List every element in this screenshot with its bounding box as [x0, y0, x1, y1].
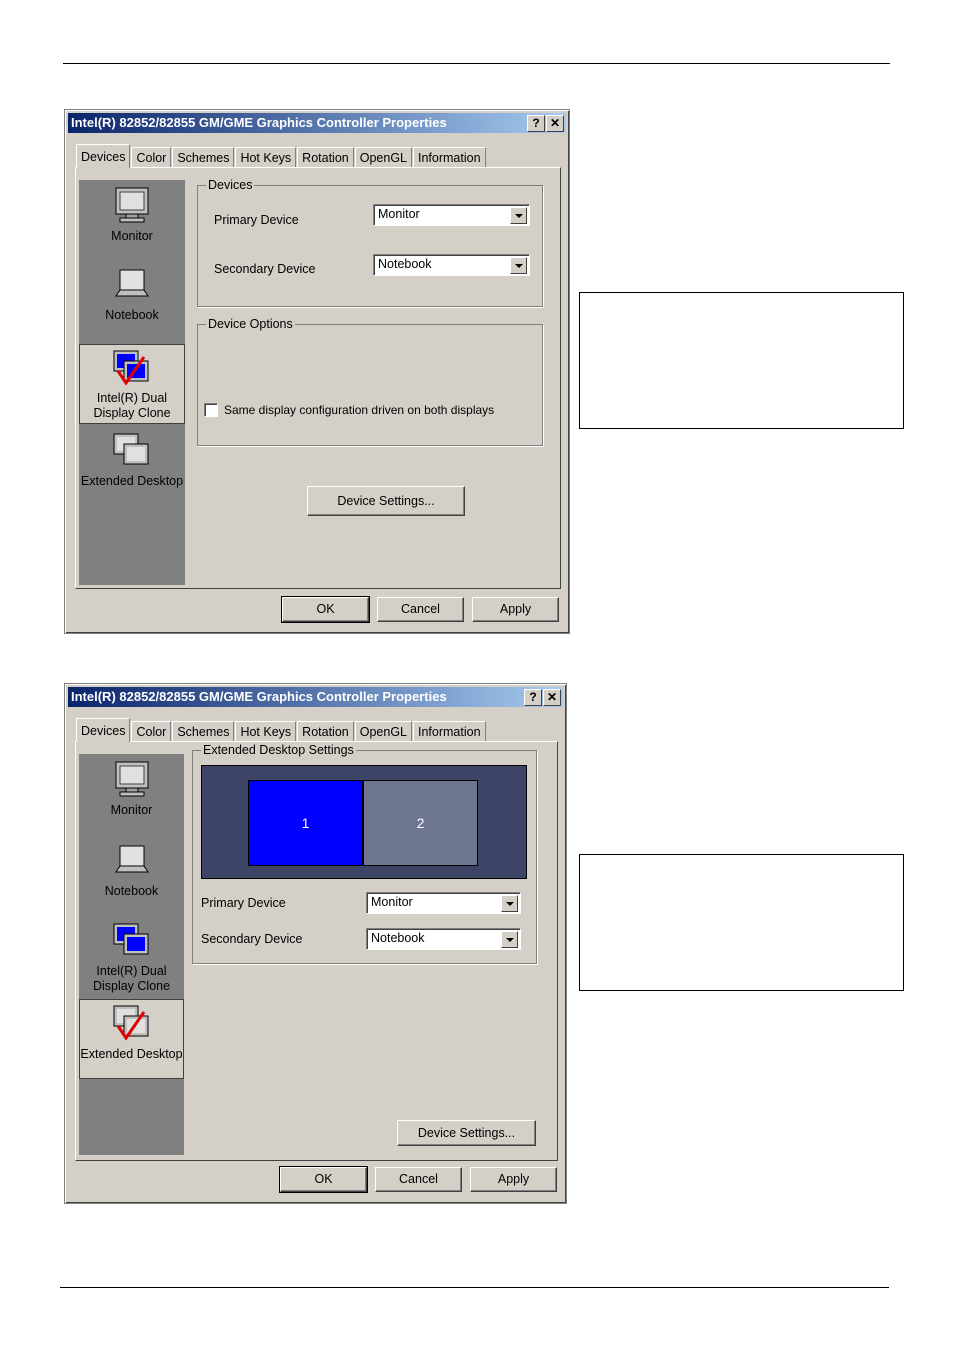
dual-display-clone-label-1: Intel(R) Dual	[96, 391, 168, 405]
chevron-down-icon[interactable]	[510, 207, 527, 224]
devices-group-label: Devices	[206, 178, 255, 192]
chevron-down-icon[interactable]	[501, 931, 518, 948]
device-notebook-label: Notebook	[104, 884, 159, 898]
extended-desktop-icon	[113, 1005, 148, 1041]
monitor-icon	[115, 187, 149, 223]
chevron-down-icon[interactable]	[510, 257, 527, 274]
primary-device-label: Primary Device	[201, 896, 286, 910]
properties-dialog-clone: Intel(R) 82852/82855 GM/GME Graphics Con…	[64, 109, 570, 634]
notebook-icon	[114, 845, 149, 873]
device-extended-desktop[interactable]: Extended Desktop	[79, 430, 185, 492]
primary-device-value: Monitor	[378, 207, 420, 221]
extended-desktop-settings-group: Extended Desktop Settings 1 2 Primary De…	[192, 743, 537, 964]
tab-rotation[interactable]: Rotation	[297, 147, 354, 168]
tab-information[interactable]: Information	[413, 721, 486, 742]
device-dual-display-clone[interactable]: Intel(R) Dual Display Clone	[79, 918, 184, 996]
tab-color[interactable]: Color	[131, 147, 172, 168]
device-options-group: Device Options Same display configuratio…	[197, 317, 543, 446]
primary-device-select[interactable]: Monitor	[366, 892, 521, 914]
tab-rotation[interactable]: Rotation	[297, 721, 354, 742]
tab-opengl[interactable]: OpenGL	[354, 721, 412, 742]
dual-display-clone-icon	[113, 923, 148, 955]
dialog-title: Intel(R) 82852/82855 GM/GME Graphics Con…	[68, 113, 566, 133]
apply-button[interactable]: Apply	[472, 597, 559, 622]
devices-group: Devices Primary Device Monitor Secondary…	[197, 178, 543, 307]
screen-1[interactable]: 1	[248, 780, 363, 866]
close-button[interactable]: ✕	[546, 115, 564, 132]
secondary-device-select[interactable]: Notebook	[366, 928, 521, 950]
tab-schemes[interactable]: Schemes	[172, 147, 235, 168]
help-button[interactable]: ?	[524, 689, 542, 706]
device-settings-button[interactable]: Device Settings...	[397, 1120, 536, 1146]
properties-dialog-extended: Intel(R) 82852/82855 GM/GME Graphics Con…	[64, 683, 567, 1204]
cancel-button[interactable]: Cancel	[375, 1167, 462, 1192]
help-button[interactable]: ?	[527, 115, 545, 132]
dialog-title: Intel(R) 82852/82855 GM/GME Graphics Con…	[68, 687, 563, 707]
tab-schemes[interactable]: Schemes	[172, 721, 235, 742]
tab-hot-keys[interactable]: Hot Keys	[235, 147, 297, 168]
device-notebook[interactable]: Notebook	[79, 840, 184, 902]
callout-box-1	[579, 292, 904, 429]
apply-button[interactable]: Apply	[470, 1167, 557, 1192]
ok-button[interactable]: OK	[279, 1166, 368, 1193]
secondary-device-select[interactable]: Notebook	[373, 254, 530, 276]
device-list: Monitor Notebook Intel(R) Dual Display C…	[79, 754, 184, 1155]
top-rule	[63, 63, 890, 64]
secondary-device-label: Secondary Device	[201, 932, 303, 946]
secondary-device-value: Notebook	[371, 931, 425, 945]
same-config-checkbox[interactable]	[204, 403, 218, 417]
primary-device-select[interactable]: Monitor	[373, 204, 530, 226]
callout-box-2	[579, 854, 904, 991]
device-options-label: Device Options	[206, 317, 295, 331]
extended-desktop-label: Extended Desktop	[80, 474, 184, 488]
secondary-device-value: Notebook	[378, 257, 432, 271]
same-config-label: Same display configuration driven on bot…	[224, 403, 495, 417]
extended-desktop-label: Extended Desktop	[80, 1047, 183, 1061]
tab-devices[interactable]: Devices	[76, 144, 131, 168]
cancel-button[interactable]: Cancel	[377, 597, 464, 622]
device-settings-button[interactable]: Device Settings...	[307, 486, 465, 516]
tab-devices[interactable]: Devices	[76, 718, 131, 742]
secondary-device-label: Secondary Device	[214, 262, 316, 276]
screen-1-label: 1	[301, 815, 310, 831]
primary-device-value: Monitor	[371, 895, 413, 909]
device-dual-display-clone[interactable]: Intel(R) Dual Display Clone	[79, 344, 185, 424]
tab-information[interactable]: Information	[413, 147, 486, 168]
screen-2-label: 2	[416, 815, 425, 831]
device-monitor-label: Monitor	[110, 803, 153, 817]
dual-display-clone-label-1: Intel(R) Dual	[96, 964, 167, 978]
monitor-icon	[115, 761, 148, 797]
extended-desktop-icon	[113, 433, 149, 465]
device-monitor[interactable]: Monitor	[79, 184, 185, 246]
dual-display-clone-icon	[113, 350, 149, 386]
device-notebook-label: Notebook	[105, 308, 159, 322]
tab-color[interactable]: Color	[131, 721, 172, 742]
device-extended-desktop[interactable]: Extended Desktop	[79, 999, 184, 1079]
close-button[interactable]: ✕	[543, 689, 561, 706]
device-monitor[interactable]: Monitor	[79, 758, 184, 820]
tab-hot-keys[interactable]: Hot Keys	[235, 721, 297, 742]
bottom-rule	[60, 1287, 889, 1288]
device-monitor-label: Monitor	[111, 229, 153, 243]
dual-display-clone-label-2: Display Clone	[92, 979, 171, 993]
primary-device-label: Primary Device	[214, 213, 299, 227]
dual-display-clone-label-2: Display Clone	[93, 406, 171, 420]
screen-2[interactable]: 2	[363, 780, 478, 866]
notebook-icon	[115, 269, 149, 297]
display-arrangement: 1 2	[201, 765, 527, 879]
extended-desktop-settings-label: Extended Desktop Settings	[201, 743, 356, 757]
device-notebook[interactable]: Notebook	[79, 264, 185, 326]
device-list: Monitor Notebook Intel(R) Dual Display C…	[79, 180, 185, 585]
chevron-down-icon[interactable]	[501, 895, 518, 912]
tab-opengl[interactable]: OpenGL	[354, 147, 412, 168]
ok-button[interactable]: OK	[281, 596, 370, 623]
